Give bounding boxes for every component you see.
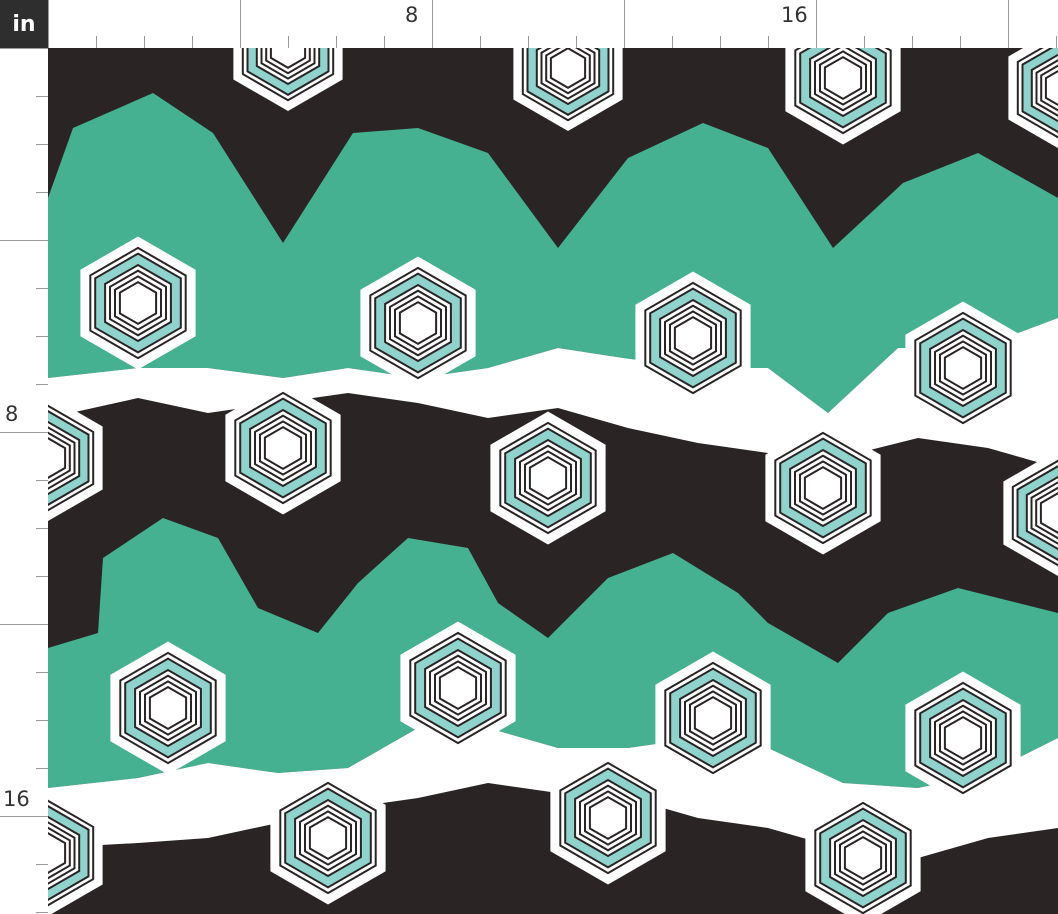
left-ruler-label-16: 16: [3, 787, 30, 811]
hexagon-medallion: [1008, 48, 1058, 149]
unit-label: in: [0, 0, 48, 48]
top-ruler-label-16: 16: [781, 3, 808, 27]
hexagon-medallion: [1003, 450, 1058, 576]
top-ruler-ticks: [48, 0, 1057, 48]
left-ruler-label-8: 8: [5, 402, 19, 426]
left-ruler-ticks: [0, 48, 48, 913]
hexagon-medallion: [513, 48, 623, 131]
top-ruler: 8 16: [48, 0, 1058, 48]
hexagon-medallion: [233, 48, 343, 111]
top-ruler-label-8: 8: [405, 3, 419, 27]
hexagon-pattern: [48, 48, 1058, 914]
left-ruler: 8 16: [0, 48, 48, 914]
fabric-swatch: [48, 48, 1058, 914]
hexagon-medallion: [490, 411, 606, 545]
hexagon-medallion: [48, 395, 103, 521]
hexagon-medallion: [785, 48, 901, 145]
